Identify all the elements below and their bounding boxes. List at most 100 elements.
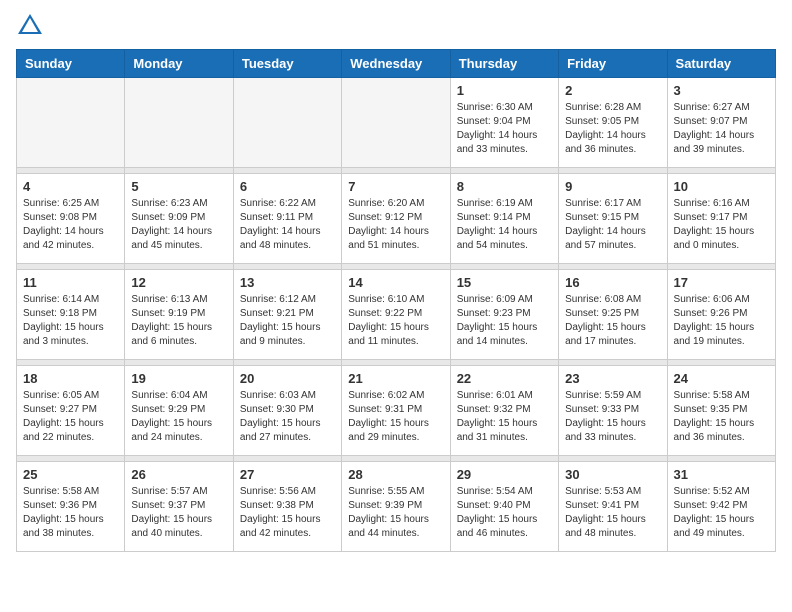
day-info-7: Sunrise: 6:20 AMSunset: 9:12 PMDaylight:… (348, 197, 443, 253)
header-monday: Monday (125, 50, 233, 78)
day-number-25: 25 (23, 467, 118, 482)
header-saturday: Saturday (667, 50, 775, 78)
logo (16, 16, 42, 41)
day-number-11: 11 (23, 275, 118, 290)
day-number-28: 28 (348, 467, 443, 482)
day-cell-4: 4Sunrise: 6:25 AMSunset: 9:08 PMDaylight… (17, 174, 125, 264)
day-cell-empty (125, 78, 233, 168)
week-row-1: 1 Sunrise: 6:30 AMSunset: 9:04 PMDaylight… (17, 78, 776, 168)
week-row-2: 4Sunrise: 6:25 AMSunset: 9:08 PMDaylight… (17, 174, 776, 264)
day-cell-13: 13 Sunrise: 6:12 AMSunset: 9:21 PMDayligh… (233, 270, 341, 360)
day-number-29: 29 (457, 467, 552, 482)
calendar-table: Sunday Monday Tuesday Wednesday Thursday… (16, 49, 776, 552)
day-info-20: Sunrise: 6:03 AMSunset: 9:30 PMDaylight:… (240, 389, 335, 445)
day-cell-3: 3Sunrise: 6:27 AMSunset: 9:07 PMDaylight… (667, 78, 775, 168)
day-cell-15: 15 Sunrise: 6:09 AMSunset: 9:23 PMDayligh… (450, 270, 558, 360)
day-info-1: Sunrise: 6:30 AMSunset: 9:04 PMDaylight:… (457, 101, 552, 157)
day-cell-23: 23Sunrise: 5:59 AMSunset: 9:33 PMDayligh… (559, 366, 667, 456)
day-cell-29: 29 Sunrise: 5:54 AMSunset: 9:40 PMDayligh… (450, 462, 558, 552)
day-cell-empty (233, 78, 341, 168)
day-info-8: Sunrise: 6:19 AMSunset: 9:14 PMDaylight:… (457, 197, 552, 253)
day-cell-30: 30 Sunrise: 5:53 AMSunset: 9:41 PMDayligh… (559, 462, 667, 552)
day-cell-7: 7 Sunrise: 6:20 AMSunset: 9:12 PMDaylight… (342, 174, 450, 264)
day-info-31: Sunrise: 5:52 AMSunset: 9:42 PMDaylight:… (674, 485, 769, 541)
day-info-24: Sunrise: 5:58 AMSunset: 9:35 PMDaylight:… (674, 389, 769, 445)
day-number-20: 20 (240, 371, 335, 386)
week-row-3: 11Sunrise: 6:14 AMSunset: 9:18 PMDayligh… (17, 270, 776, 360)
day-number-14: 14 (348, 275, 443, 290)
day-cell-2: 2 Sunrise: 6:28 AMSunset: 9:05 PMDaylight… (559, 78, 667, 168)
day-number-2: 2 (565, 83, 660, 98)
logo-icon (18, 14, 42, 34)
day-cell-19: 19Sunrise: 6:04 AMSunset: 9:29 PMDayligh… (125, 366, 233, 456)
day-cell-25: 25 Sunrise: 5:58 AMSunset: 9:36 PMDayligh… (17, 462, 125, 552)
day-cell-24: 24 Sunrise: 5:58 AMSunset: 9:35 PMDayligh… (667, 366, 775, 456)
day-cell-empty (17, 78, 125, 168)
day-number-9: 9 (565, 179, 660, 194)
day-info-2: Sunrise: 6:28 AMSunset: 9:05 PMDaylight:… (565, 101, 660, 157)
day-cell-1: 1 Sunrise: 6:30 AMSunset: 9:04 PMDaylight… (450, 78, 558, 168)
page-header (16, 16, 776, 41)
day-cell-5: 5Sunrise: 6:23 AMSunset: 9:09 PMDaylight… (125, 174, 233, 264)
day-info-26: Sunrise: 5:57 AMSunset: 9:37 PMDaylight:… (131, 485, 226, 541)
day-cell-10: 10Sunrise: 6:16 AMSunset: 9:17 PMDayligh… (667, 174, 775, 264)
day-cell-21: 21 Sunrise: 6:02 AMSunset: 9:31 PMDayligh… (342, 366, 450, 456)
day-info-13: Sunrise: 6:12 AMSunset: 9:21 PMDaylight:… (240, 293, 335, 349)
day-number-22: 22 (457, 371, 552, 386)
day-cell-18: 18 Sunrise: 6:05 AMSunset: 9:27 PMDayligh… (17, 366, 125, 456)
day-number-12: 12 (131, 275, 226, 290)
header-wednesday: Wednesday (342, 50, 450, 78)
day-info-12: Sunrise: 6:13 AMSunset: 9:19 PMDaylight:… (131, 293, 226, 349)
day-number-17: 17 (674, 275, 769, 290)
logo-text (16, 16, 42, 41)
day-info-30: Sunrise: 5:53 AMSunset: 9:41 PMDaylight:… (565, 485, 660, 541)
day-number-1: 1 (457, 83, 552, 98)
day-cell-28: 28 Sunrise: 5:55 AMSunset: 9:39 PMDayligh… (342, 462, 450, 552)
day-cell-17: 17Sunrise: 6:06 AMSunset: 9:26 PMDayligh… (667, 270, 775, 360)
day-cell-20: 20 Sunrise: 6:03 AMSunset: 9:30 PMDayligh… (233, 366, 341, 456)
day-cell-22: 22Sunrise: 6:01 AMSunset: 9:32 PMDayligh… (450, 366, 558, 456)
day-info-28: Sunrise: 5:55 AMSunset: 9:39 PMDaylight:… (348, 485, 443, 541)
day-number-7: 7 (348, 179, 443, 194)
day-info-27: Sunrise: 5:56 AMSunset: 9:38 PMDaylight:… (240, 485, 335, 541)
day-number-19: 19 (131, 371, 226, 386)
day-cell-12: 12 Sunrise: 6:13 AMSunset: 9:19 PMDayligh… (125, 270, 233, 360)
day-info-6: Sunrise: 6:22 AMSunset: 9:11 PMDaylight:… (240, 197, 335, 253)
day-info-10: Sunrise: 6:16 AMSunset: 9:17 PMDaylight:… (674, 197, 769, 253)
weekday-header-row: Sunday Monday Tuesday Wednesday Thursday… (17, 50, 776, 78)
week-row-4: 18 Sunrise: 6:05 AMSunset: 9:27 PMDayligh… (17, 366, 776, 456)
day-cell-31: 31 Sunrise: 5:52 AMSunset: 9:42 PMDayligh… (667, 462, 775, 552)
day-number-26: 26 (131, 467, 226, 482)
day-info-25: Sunrise: 5:58 AMSunset: 9:36 PMDaylight:… (23, 485, 118, 541)
day-number-27: 27 (240, 467, 335, 482)
day-number-15: 15 (457, 275, 552, 290)
day-info-14: Sunrise: 6:10 AMSunset: 9:22 PMDaylight:… (348, 293, 443, 349)
day-number-18: 18 (23, 371, 118, 386)
day-cell-16: 16 Sunrise: 6:08 AMSunset: 9:25 PMDayligh… (559, 270, 667, 360)
day-info-3: Sunrise: 6:27 AMSunset: 9:07 PMDaylight:… (674, 101, 769, 157)
day-info-21: Sunrise: 6:02 AMSunset: 9:31 PMDaylight:… (348, 389, 443, 445)
day-number-24: 24 (674, 371, 769, 386)
header-sunday: Sunday (17, 50, 125, 78)
day-number-13: 13 (240, 275, 335, 290)
day-cell-14: 14 Sunrise: 6:10 AMSunset: 9:22 PMDayligh… (342, 270, 450, 360)
day-cell-9: 9 Sunrise: 6:17 AMSunset: 9:15 PMDaylight… (559, 174, 667, 264)
week-row-5: 25 Sunrise: 5:58 AMSunset: 9:36 PMDayligh… (17, 462, 776, 552)
day-number-5: 5 (131, 179, 226, 194)
day-info-15: Sunrise: 6:09 AMSunset: 9:23 PMDaylight:… (457, 293, 552, 349)
day-number-8: 8 (457, 179, 552, 194)
day-info-4: Sunrise: 6:25 AMSunset: 9:08 PMDaylight:… (23, 197, 118, 253)
day-number-31: 31 (674, 467, 769, 482)
day-info-16: Sunrise: 6:08 AMSunset: 9:25 PMDaylight:… (565, 293, 660, 349)
day-info-18: Sunrise: 6:05 AMSunset: 9:27 PMDaylight:… (23, 389, 118, 445)
day-cell-6: 6 Sunrise: 6:22 AMSunset: 9:11 PMDaylight… (233, 174, 341, 264)
day-info-9: Sunrise: 6:17 AMSunset: 9:15 PMDaylight:… (565, 197, 660, 253)
header-thursday: Thursday (450, 50, 558, 78)
day-number-21: 21 (348, 371, 443, 386)
header-friday: Friday (559, 50, 667, 78)
day-number-6: 6 (240, 179, 335, 194)
day-number-16: 16 (565, 275, 660, 290)
day-number-30: 30 (565, 467, 660, 482)
day-info-29: Sunrise: 5:54 AMSunset: 9:40 PMDaylight:… (457, 485, 552, 541)
day-cell-11: 11Sunrise: 6:14 AMSunset: 9:18 PMDayligh… (17, 270, 125, 360)
